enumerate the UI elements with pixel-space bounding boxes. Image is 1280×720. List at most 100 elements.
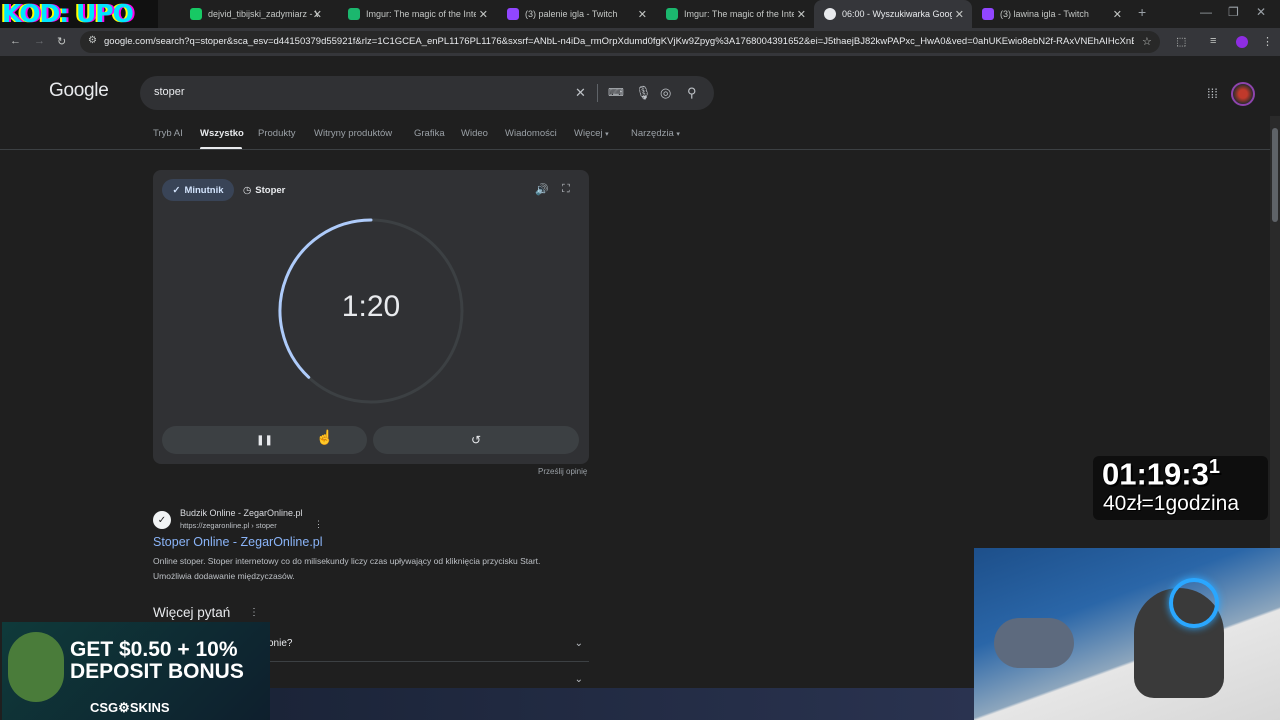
- sound-icon[interactable]: 🔊: [535, 183, 549, 196]
- back-icon[interactable]: ←: [10, 35, 21, 47]
- result-more-icon[interactable]: ⋮: [314, 519, 323, 530]
- search-divider: [597, 84, 598, 102]
- media-controls-icon[interactable]: ≡: [1210, 35, 1216, 47]
- reset-button[interactable]: ↺: [373, 426, 579, 454]
- tab-all[interactable]: Wszystko: [200, 128, 244, 139]
- tab-videos[interactable]: Wideo: [461, 128, 488, 139]
- nav-divider: [0, 149, 1270, 150]
- extensions-icon[interactable]: ⬚: [1176, 35, 1186, 48]
- chevron-down-icon: ⌄: [574, 638, 583, 649]
- account-avatar[interactable]: [1231, 82, 1255, 106]
- stream-clock-sup: 1: [1208, 456, 1220, 478]
- url-text[interactable]: google.com/search?q=stoper&sca_esv=d4415…: [104, 36, 1134, 47]
- pause-icon: ❚❚: [256, 434, 273, 446]
- ad-headline: GET $0.50 + 10%: [70, 638, 238, 661]
- tab-ai-mode[interactable]: Tryb AI: [153, 128, 183, 139]
- timer-mode-chip[interactable]: ✓ Minutnik: [162, 179, 234, 201]
- close-tab-icon[interactable]: ✕: [797, 8, 806, 21]
- tab-tools[interactable]: Narzędzia ▾: [631, 128, 680, 139]
- browser-toolbar: ← → ↻ ⚙ google.com/search?q=stoper&sca_e…: [0, 28, 1280, 56]
- apps-grid-icon[interactable]: ⁞⁞⁞: [1207, 86, 1218, 101]
- tab-title: dejvid_tibijski_zadymiarz - Watch: [208, 9, 318, 19]
- close-tab-icon[interactable]: ✕: [638, 8, 647, 21]
- clear-search-icon[interactable]: ✕: [575, 85, 586, 101]
- profile-avatar[interactable]: [1236, 36, 1248, 48]
- send-feedback-link[interactable]: Prześlij opinię: [538, 467, 587, 476]
- search-box[interactable]: stoper ✕ ⌨ 🎙 ◎ ⚲: [140, 76, 714, 110]
- timer-widget: ✓ Minutnik ◷ Stoper 🔊 ⛶ 1:20 ❚❚ ↺: [153, 170, 589, 464]
- fullscreen-icon[interactable]: ⛶: [562, 183, 570, 196]
- mascot-icon: [8, 632, 64, 702]
- lens-icon[interactable]: ◎: [660, 85, 671, 101]
- result-snippet: Online stoper. Stoper internetowy co do …: [153, 556, 541, 566]
- reset-icon: ↺: [470, 433, 482, 447]
- search-icon[interactable]: ⚲: [687, 85, 697, 101]
- close-window-icon[interactable]: ✕: [1256, 5, 1266, 19]
- close-tab-icon[interactable]: ✕: [955, 8, 964, 21]
- paa-question-text: onie?: [268, 638, 293, 649]
- pause-button[interactable]: ❚❚: [162, 426, 367, 454]
- keyboard-icon[interactable]: ⌨: [608, 86, 624, 99]
- twitch-icon: [982, 8, 994, 20]
- browser-tab[interactable]: Imgur: The magic of the Internet ✕: [656, 0, 814, 28]
- microphone-icon[interactable]: 🎙: [635, 85, 652, 101]
- timer-mode-label: Minutnik: [184, 184, 224, 196]
- result-snippet: Umożliwia dodawanie międzyczasów.: [153, 571, 295, 581]
- bookmark-star-icon[interactable]: ☆: [1142, 35, 1152, 48]
- scrollbar-thumb[interactable]: [1272, 128, 1278, 222]
- browser-tab-active[interactable]: 06:00 - Wyszukiwarka Google ✕: [814, 0, 972, 28]
- ad-subheadline: DEPOSIT BONUS: [70, 660, 244, 683]
- paa-more-icon[interactable]: ⋮: [249, 607, 259, 618]
- browser-tab-strip: dejvid_tibijski_zadymiarz - Watch ✕ Imgu…: [0, 0, 1280, 28]
- tab-more[interactable]: Więcej ▾: [574, 128, 609, 139]
- chevron-down-icon: ⌄: [574, 674, 583, 685]
- stream-clock-time: 01:19:3: [1102, 456, 1209, 492]
- stopwatch-mode-chip[interactable]: ◷ Stoper: [243, 179, 293, 201]
- browser-tab[interactable]: (3) lawina igla - Twitch ✕: [972, 0, 1130, 28]
- browser-tab[interactable]: (3) palenie igla - Twitch ✕: [497, 0, 655, 28]
- reload-icon[interactable]: ↻: [57, 35, 66, 48]
- tab-tools-label: Narzędzia: [631, 128, 674, 139]
- sponsor-ad: GET $0.50 + 10% DEPOSIT BONUS CSG⚙SKINS: [2, 622, 270, 720]
- check-icon: ✓: [172, 184, 181, 196]
- close-tab-icon[interactable]: ✕: [1113, 8, 1122, 21]
- webcam-feed: [974, 548, 1280, 720]
- tab-title: (3) lawina igla - Twitch: [1000, 9, 1089, 19]
- google-logo[interactable]: Google: [49, 80, 109, 102]
- address-bar[interactable]: ⚙ google.com/search?q=stoper&sca_esv=d44…: [80, 31, 1160, 53]
- timer-display[interactable]: 1:20: [316, 290, 426, 324]
- browser-tab[interactable]: dejvid_tibijski_zadymiarz - Watch ✕: [180, 0, 330, 28]
- tab-title: 06:00 - Wyszukiwarka Google: [842, 9, 952, 19]
- headset-icon: [1169, 578, 1219, 628]
- result-url[interactable]: https://zegaronline.pl › stoper: [180, 521, 277, 530]
- tab-product-sites[interactable]: Witryny produktów: [314, 128, 392, 139]
- tab-title: Imgur: The magic of the Internet: [684, 9, 794, 19]
- site-info-icon[interactable]: ⚙: [88, 35, 97, 46]
- result-site-name[interactable]: Budzik Online - ZegarOnline.pl: [180, 508, 303, 518]
- tab-title: Imgur: The magic of the Internet: [366, 9, 476, 19]
- caret-down-icon: ▾: [605, 131, 609, 138]
- browser-tab[interactable]: Imgur: The magic of the Internet ✕: [338, 0, 496, 28]
- imgur-icon: [666, 8, 678, 20]
- tab-products[interactable]: Produkty: [258, 128, 296, 139]
- new-tab-button[interactable]: +: [1138, 4, 1146, 20]
- stopwatch-mode-label: Stoper: [255, 184, 286, 196]
- stream-clock: 01:19:31: [1102, 456, 1220, 492]
- ad-brand: CSG⚙SKINS: [90, 700, 170, 715]
- forward-icon[interactable]: →: [34, 35, 45, 47]
- menu-kebab-icon[interactable]: ⋮: [1262, 35, 1273, 48]
- tab-images[interactable]: Grafika: [414, 128, 445, 139]
- google-icon: [824, 8, 836, 20]
- people-also-ask-title: Więcej pytań: [153, 605, 231, 620]
- close-tab-icon[interactable]: ✕: [313, 8, 322, 21]
- overlay-bottom-bar: [270, 688, 974, 720]
- close-tab-icon[interactable]: ✕: [479, 8, 488, 21]
- tab-news[interactable]: Wiadomości: [505, 128, 557, 139]
- minimize-icon[interactable]: —: [1200, 5, 1212, 19]
- site-favicon[interactable]: ✓: [153, 511, 171, 529]
- result-title-link[interactable]: Stoper Online - ZegarOnline.pl: [153, 535, 323, 549]
- search-input[interactable]: stoper: [154, 86, 185, 98]
- tab-title: (3) palenie igla - Twitch: [525, 9, 618, 19]
- pillow-shape: [994, 618, 1074, 668]
- maximize-icon[interactable]: ❐: [1228, 5, 1239, 19]
